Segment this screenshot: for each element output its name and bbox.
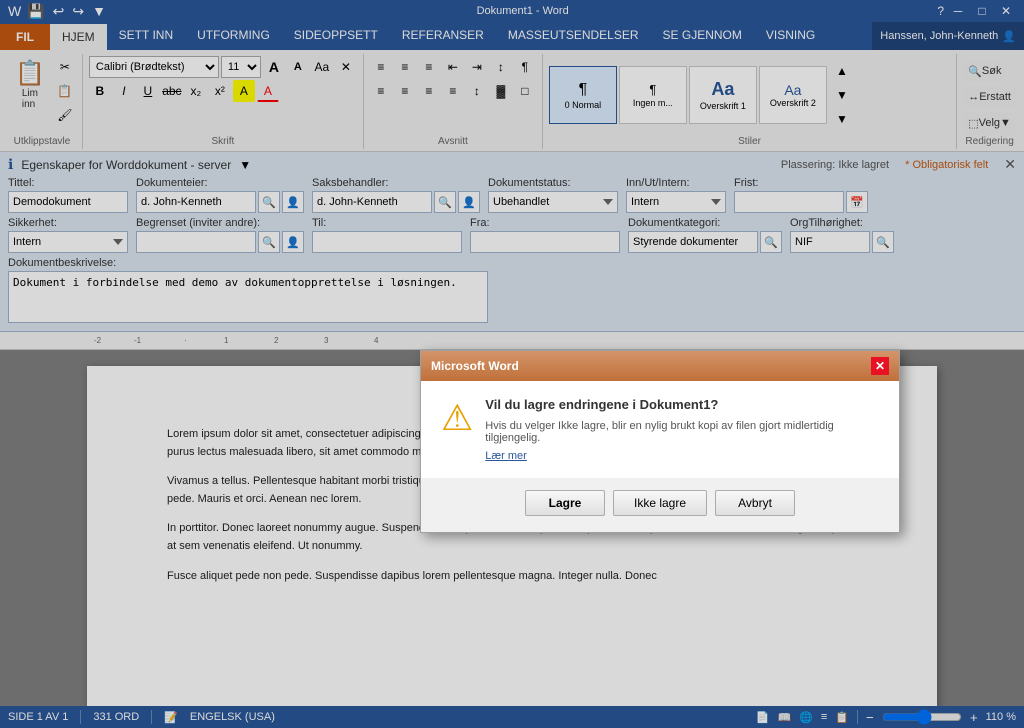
cancel-dialog-btn[interactable]: Avbryt bbox=[715, 490, 795, 516]
modal-text-area: Vil du lagre endringene i Dokument1? Hvi… bbox=[485, 397, 879, 462]
modal-learn-more-link[interactable]: Lær mer bbox=[485, 450, 527, 462]
no-save-dialog-btn[interactable]: Ikke lagre bbox=[613, 490, 707, 516]
modal-main-text: Vil du lagre endringene i Dokument1? bbox=[485, 397, 879, 412]
modal-content-row: ⚠ Vil du lagre endringene i Dokument1? H… bbox=[441, 397, 879, 462]
modal-buttons: Lagre Ikke lagre Avbryt bbox=[421, 478, 899, 532]
modal-dialog: Microsoft Word ✕ ⚠ Vil du lagre endringe… bbox=[420, 350, 900, 533]
modal-overlay: Microsoft Word ✕ ⚠ Vil du lagre endringe… bbox=[0, 0, 1024, 728]
modal-close-btn[interactable]: ✕ bbox=[871, 357, 889, 375]
modal-title: Microsoft Word bbox=[431, 359, 519, 373]
modal-sub-text: Hvis du velger Ikke lagre, blir en nylig… bbox=[485, 420, 879, 444]
warning-icon: ⚠ bbox=[441, 397, 473, 439]
save-dialog-btn[interactable]: Lagre bbox=[525, 490, 605, 516]
modal-titlebar: Microsoft Word ✕ bbox=[421, 351, 899, 381]
app-window: W 💾 ↩ ↪ ▼ Dokument1 - Word ? ─ □ ✕ FIL H… bbox=[0, 0, 1024, 728]
modal-body: ⚠ Vil du lagre endringene i Dokument1? H… bbox=[421, 381, 899, 478]
